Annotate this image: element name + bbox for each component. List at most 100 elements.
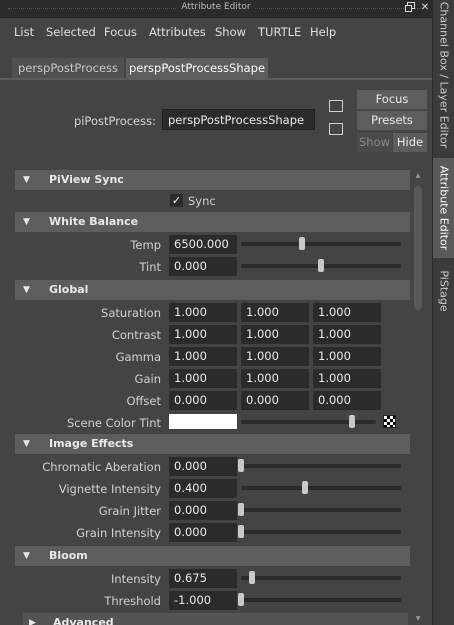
slider-handle[interactable] [249,571,256,584]
slider-handle[interactable] [348,415,355,428]
slider-handle[interactable] [238,525,244,538]
side-tab-bar: Channel Box / Layer Editor Attribute Edi… [432,0,454,625]
node-tabs: perspPostProcess perspPostProcessShape [0,56,432,80]
slider-handle[interactable] [318,259,324,272]
offset-label: Offset [126,394,161,408]
slider-handle[interactable] [238,459,244,472]
temp-field[interactable]: 6500.000 [169,235,237,254]
vignette-intensity-label: Vignette Intensity [58,482,161,496]
bloom-threshold-slider[interactable] [238,593,401,606]
temp-label: Temp [130,238,161,252]
menu-list[interactable]: List [14,25,34,39]
section-header-image-effects[interactable]: ▼ Image Effects [15,434,410,454]
saturation-field-r[interactable]: 1.000 [169,303,237,322]
section-header-advanced[interactable]: ▶ Advanced [23,613,408,625]
grain-intensity-slider[interactable] [238,525,401,538]
tab-perspPostProcessShape[interactable]: perspPostProcessShape [126,58,268,78]
vignette-intensity-slider[interactable] [241,481,401,494]
node-type-label: piPostProcess: [73,114,156,128]
menu-turtle[interactable]: TURTLE [258,25,301,39]
saturation-field-g[interactable]: 1.000 [241,303,309,322]
collapse-triangle-icon: ▼ [23,551,30,561]
menu-help[interactable]: Help [310,25,336,39]
section-header-bloom[interactable]: ▼ Bloom [15,546,410,566]
slider-handle[interactable] [238,503,244,516]
menu-show[interactable]: Show [215,25,246,39]
temp-slider[interactable] [241,237,401,250]
bloom-threshold-label: Threshold [104,594,161,608]
window-title: Attribute Editor [177,2,255,12]
scrollbar-thumb[interactable] [414,186,422,310]
texture-map-icon[interactable] [383,415,396,428]
tab-attribute-editor[interactable]: Attribute Editor [433,158,454,258]
contrast-field-r[interactable]: 1.000 [169,325,237,344]
collapse-triangle-icon: ▼ [23,285,30,295]
tab-pistage[interactable]: PiStage [433,262,454,320]
sync-label: Sync [188,194,216,208]
menu-focus[interactable]: Focus [104,25,137,39]
section-header-global[interactable]: ▼ Global [15,280,410,300]
grain-jitter-field[interactable]: 0.000 [169,501,237,520]
tint-label: Tint [139,260,161,274]
section-header-white-balance[interactable]: ▼ White Balance [15,212,410,232]
float-window-icon[interactable] [404,2,416,14]
tab-perspPostProcess[interactable]: perspPostProcess [12,58,124,78]
collapse-triangle-icon: ▼ [23,439,30,449]
gamma-label: Gamma [115,350,161,364]
gamma-field-b[interactable]: 1.000 [313,347,381,366]
bloom-intensity-label: Intensity [110,572,161,586]
scrollbar[interactable]: ▲ ▼ [413,172,423,625]
chromatic-aberation-label: Chromatic Aberation [42,460,161,474]
slider-handle[interactable] [238,593,244,606]
bloom-intensity-slider[interactable] [241,571,401,584]
grain-intensity-field[interactable]: 0.000 [169,523,237,542]
presets-button[interactable]: Presets [357,111,427,130]
focus-input-icon[interactable] [329,100,343,112]
focus-button[interactable]: Focus [357,90,427,109]
saturation-label: Saturation [101,306,161,320]
bloom-intensity-field[interactable]: 0.675 [169,569,237,588]
collapse-triangle-icon: ▼ [23,175,30,185]
menu-selected[interactable]: Selected [46,25,96,39]
contrast-field-g[interactable]: 1.000 [241,325,309,344]
chromatic-aberation-slider[interactable] [238,459,401,472]
contrast-label: Contrast [111,328,161,342]
scene-color-tint-label: Scene Color Tint [66,416,161,430]
slider-handle[interactable] [298,237,305,250]
section-header-piview-sync[interactable]: ▼ PiView Sync [15,170,410,190]
menu-bar: List Selected Focus Attributes Show TURT… [0,18,432,46]
contrast-field-b[interactable]: 1.000 [313,325,381,344]
vignette-intensity-field[interactable]: 0.400 [169,479,237,498]
node-name-field[interactable]: perspPostProcessShape [162,109,315,130]
offset-field-r[interactable]: 0.000 [169,391,237,410]
gamma-field-r[interactable]: 1.000 [169,347,237,366]
focus-output-icon[interactable] [329,123,343,135]
tab-channel-box[interactable]: Channel Box / Layer Editor [433,0,454,150]
chromatic-aberation-field[interactable]: 0.000 [169,457,237,476]
tint-field[interactable]: 0.000 [169,257,237,276]
slider-handle[interactable] [302,481,308,494]
scroll-down-icon[interactable]: ▼ [413,615,423,622]
collapse-triangle-icon: ▼ [23,217,30,227]
gamma-field-g[interactable]: 1.000 [241,347,309,366]
scroll-up-icon[interactable]: ▲ [413,172,423,179]
show-button[interactable]: Show [357,133,392,152]
saturation-field-b[interactable]: 1.000 [313,303,381,322]
sync-checkbox[interactable]: ✓ [170,194,183,207]
node-name-row: piPostProcess: perspPostProcessShape Foc… [0,90,432,152]
gain-field-g[interactable]: 1.000 [241,369,309,388]
offset-field-g[interactable]: 0.000 [241,391,309,410]
menu-attributes[interactable]: Attributes [149,25,206,39]
tint-slider[interactable] [241,259,401,272]
bloom-threshold-field[interactable]: -1.000 [169,591,237,610]
grain-jitter-slider[interactable] [238,503,401,516]
scene-color-tint-swatch[interactable] [169,414,237,429]
scene-color-tint-slider[interactable] [241,415,376,428]
grain-intensity-label: Grain Intensity [76,526,161,540]
hide-button[interactable]: Hide [393,133,427,152]
gain-field-r[interactable]: 1.000 [169,369,237,388]
gain-field-b[interactable]: 1.000 [313,369,381,388]
gain-label: Gain [134,372,161,386]
offset-field-b[interactable]: 0.000 [313,391,381,410]
close-icon[interactable]: ✕ [419,2,431,14]
